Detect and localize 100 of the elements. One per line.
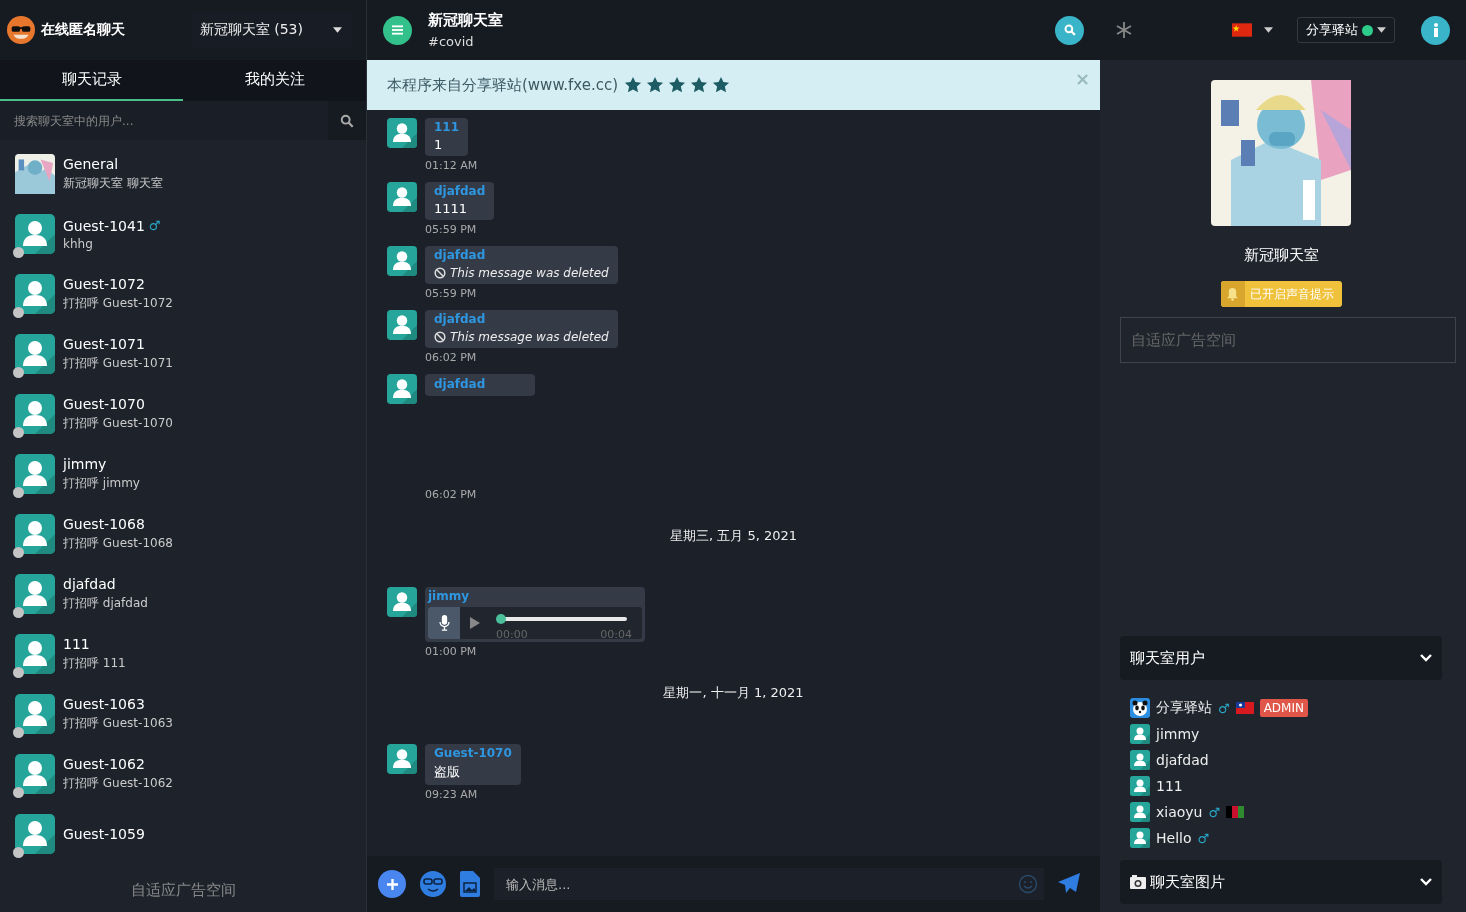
seek-thumb[interactable] <box>496 614 506 624</box>
last-message: 打招呼 Guest-1063 <box>63 715 173 732</box>
user-avatar-icon <box>387 246 417 276</box>
user-avatar-icon <box>387 310 417 340</box>
message-text: 1111 <box>434 201 469 216</box>
star-icon <box>668 76 687 94</box>
tab[interactable]: 我的关注 <box>183 60 366 101</box>
menu-button[interactable] <box>383 15 412 45</box>
last-message: 打招呼 Guest-1071 <box>63 355 173 372</box>
user-name: Hello <box>1156 830 1192 846</box>
flag-icon <box>1232 23 1252 37</box>
message-author: djafdad <box>434 184 486 198</box>
user-avatar-icon <box>1130 750 1150 770</box>
user-avatar-icon <box>15 634 55 674</box>
flag-icon <box>1235 702 1254 714</box>
ad-placeholder-text: 自适应广告空间 <box>130 880 236 900</box>
last-message: 打招呼 Guest-1072 <box>63 295 173 312</box>
notice-text: 本程序来自分享驿站(www.fxe.cc) <box>387 75 619 95</box>
star-icon <box>646 76 665 94</box>
microphone-icon <box>438 615 450 631</box>
conversation-item[interactable]: djafdad 打招呼 djafdad <box>0 564 366 624</box>
message-text: This message was deleted <box>450 330 609 344</box>
message-author: djafdad <box>434 377 487 391</box>
last-message: 打招呼 djafdad <box>63 595 148 612</box>
user-avatar-icon <box>15 394 55 434</box>
user-name: 分享驿站 <box>1156 699 1212 717</box>
search-icon <box>1063 24 1076 36</box>
send-button[interactable] <box>1058 873 1080 895</box>
caret-icon <box>1264 27 1273 33</box>
gender-icon: ♂ <box>1208 804 1221 820</box>
conversation-item[interactable]: Guest-1041 ♂ khhg <box>0 204 366 264</box>
sound-alert-label: 已开启声音提示 <box>1248 285 1335 303</box>
user-avatar-icon <box>1130 724 1150 744</box>
gender-icon: ♂ <box>148 218 161 233</box>
logo-icon <box>7 16 35 44</box>
add-button[interactable] <box>378 870 406 898</box>
conversation-item[interactable]: 111 打招呼 111 <box>0 624 366 684</box>
user-list-item[interactable]: 111 <box>1130 776 1432 796</box>
conversation-item[interactable]: Guest-1059 <box>0 804 366 864</box>
message-time: 09:23 AM <box>425 788 478 801</box>
last-message: 打招呼 jimmy <box>63 475 140 492</box>
conversation-item[interactable]: General 新冠聊天室 聊天室 <box>0 144 366 204</box>
last-message: 打招呼 Guest-1070 <box>63 415 173 432</box>
admin-badge: ADMIN <box>1259 699 1308 717</box>
images-panel-header[interactable]: 聊天室图片 <box>1120 860 1442 904</box>
star-icon <box>690 76 709 94</box>
conversation-item[interactable]: jimmy 打招呼 jimmy <box>0 444 366 504</box>
contact-name: Guest-1059 <box>63 826 145 842</box>
language-select[interactable] <box>1232 23 1273 37</box>
user-list-item[interactable]: Hello ♂ <box>1130 828 1432 848</box>
conversation-item[interactable]: Guest-1062 打招呼 Guest-1062 <box>0 744 366 804</box>
message-time: 06:02 PM <box>425 488 477 501</box>
info-button[interactable] <box>1421 15 1450 45</box>
account-menu[interactable]: 分享驿站 <box>1297 17 1395 43</box>
user-list-item[interactable]: 分享驿站 ♂ ADMIN <box>1130 698 1432 718</box>
room-select-label: 新冠聊天室 (53) <box>199 21 303 39</box>
image-file-icon <box>460 871 480 897</box>
user-name: xiaoyu <box>1156 804 1203 820</box>
contact-name: jimmy <box>63 456 107 472</box>
contact-name: Guest-1068 <box>63 516 145 532</box>
conversation-item[interactable]: Guest-1068 打招呼 Guest-1068 <box>0 504 366 564</box>
users-panel-header[interactable]: 聊天室用户 <box>1120 636 1442 680</box>
panda-avatar-icon <box>1130 698 1150 718</box>
chevron-icon <box>1420 654 1432 662</box>
menu-icon <box>392 25 403 35</box>
panel-title: 聊天室图片 <box>1150 872 1225 892</box>
contact-name: Guest-1063 <box>63 696 145 712</box>
last-message: khhg <box>63 236 94 251</box>
contact-name: General <box>63 156 119 172</box>
user-avatar-icon <box>15 754 55 794</box>
channel-name: #covid <box>428 34 475 49</box>
conversation-item[interactable]: Guest-1070 打招呼 Guest-1070 <box>0 384 366 444</box>
flag-icon <box>1226 806 1245 818</box>
user-avatar-icon <box>15 814 55 854</box>
search-field[interactable]: 搜索聊天室中的用户... <box>0 101 328 140</box>
message-field[interactable]: 输入消息... <box>494 868 1044 900</box>
blocked-icon <box>434 331 446 343</box>
user-list-item[interactable]: xiaoyu ♂ <box>1130 802 1432 822</box>
conversation-item[interactable]: Guest-1072 打招呼 Guest-1072 <box>0 264 366 324</box>
message-time: 06:02 PM <box>425 351 477 364</box>
message-author: 111 <box>434 120 460 134</box>
conversation-item[interactable]: Guest-1071 打招呼 Guest-1071 <box>0 324 366 384</box>
contact-name: Guest-1070 <box>63 396 145 412</box>
star-icon <box>712 76 731 94</box>
message-text: 1 <box>434 137 444 152</box>
message-text: 盗版 <box>434 763 461 781</box>
conversation-item[interactable]: Guest-1063 打招呼 Guest-1063 <box>0 684 366 744</box>
user-list-item[interactable]: jimmy <box>1130 724 1432 744</box>
user-avatar-icon <box>15 454 55 494</box>
user-avatar-icon <box>15 274 55 314</box>
search-icon <box>340 113 354 128</box>
user-avatar-icon <box>15 334 55 374</box>
user-list-item[interactable]: djafdad <box>1130 750 1432 770</box>
contact-name: Guest-1062 <box>63 756 145 772</box>
star-icon <box>624 76 643 94</box>
search-button[interactable] <box>1055 15 1084 45</box>
user-avatar-icon <box>15 214 55 254</box>
message-author: djafdad <box>434 248 487 262</box>
user-avatar-icon <box>387 587 417 617</box>
message-author: djafdad <box>434 312 487 326</box>
